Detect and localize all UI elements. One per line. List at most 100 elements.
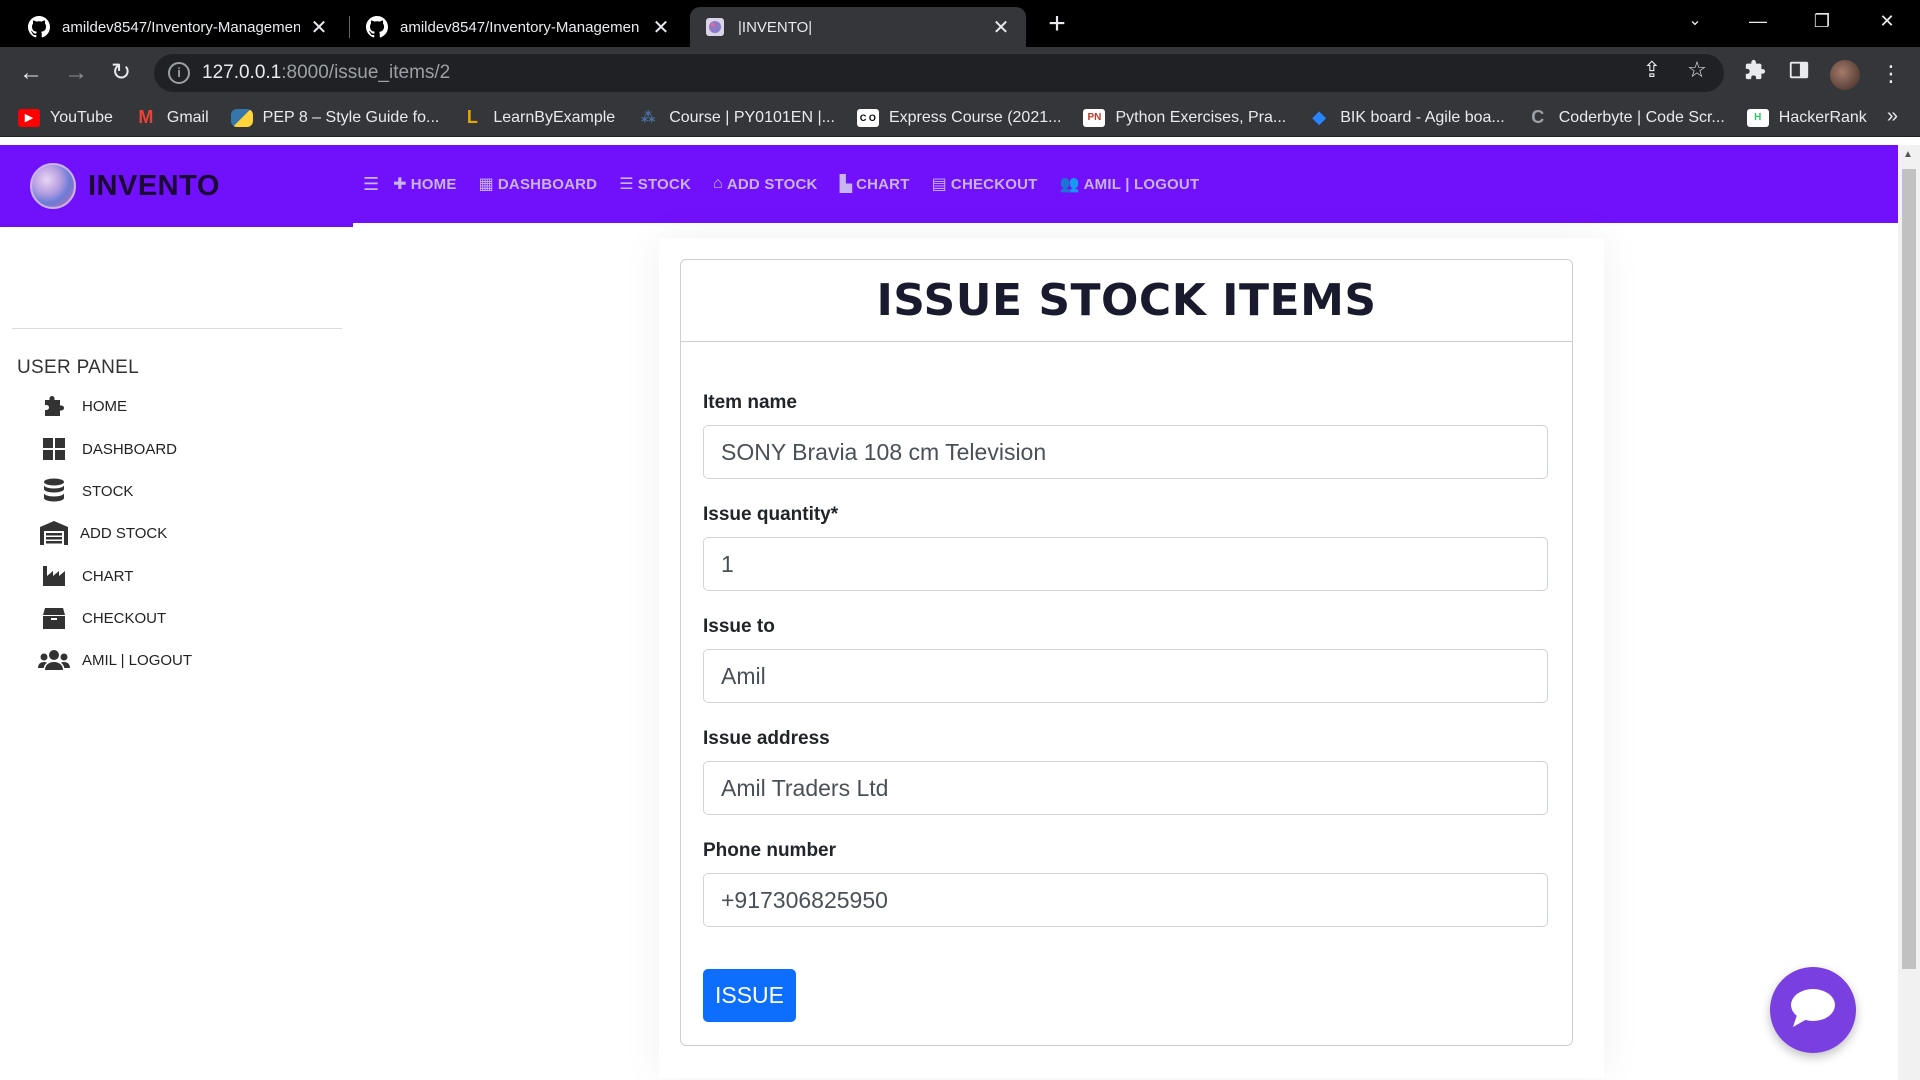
issue-stock-card: ISSUE STOCK ITEMS Item name Issue quanti…: [680, 259, 1573, 1046]
sidebar-item-home[interactable]: HOME: [40, 394, 127, 418]
close-icon[interactable]: ✕: [990, 15, 1012, 40]
issue-form: Item name Issue quantity* Issue to Issue…: [681, 392, 1572, 927]
learnbyexample-icon: L: [466, 107, 478, 127]
bookmark-item[interactable]: ◆ BIK board - Agile boa...: [1308, 107, 1504, 127]
coderbyte-icon: C: [1531, 107, 1545, 127]
main-content: ISSUE STOCK ITEMS Item name Issue quanti…: [353, 223, 1900, 1080]
bookmark-item[interactable]: C Coderbyte | Code Scr...: [1527, 107, 1725, 127]
chrome-menu-icon[interactable]: ⋮: [1876, 59, 1906, 89]
bookmark-item[interactable]: ⁂ Course | PY0101EN |...: [637, 109, 835, 127]
bookmark-item[interactable]: H HackerRank: [1746, 108, 1867, 127]
back-arrow-icon[interactable]: ←: [14, 56, 48, 90]
url-text: 127.0.0.1:8000/issue_items/2: [202, 62, 451, 83]
browser-tab[interactable]: amildev8547/Inventory-Managemen ✕: [352, 7, 686, 47]
nav-dashboard[interactable]: ▦ DASHBOARD: [479, 174, 598, 194]
nav-add-stock[interactable]: ⌂ ADD STOCK: [713, 175, 818, 193]
profile-avatar[interactable]: [1830, 60, 1860, 90]
database-icon: ☰: [619, 176, 634, 193]
sidebar-item-logout[interactable]: AMIL | LOGOUT: [38, 648, 192, 672]
share-icon[interactable]: ⇪: [1638, 56, 1666, 84]
nav-checkout[interactable]: ▤ CHECKOUT: [932, 174, 1038, 194]
bookmark-item[interactable]: ▶ YouTube: [18, 108, 113, 127]
sidebar-item-checkout[interactable]: CHECKOUT: [40, 606, 166, 630]
sidebar: USER PANEL HOME DASHBOARD STOCK ADD STOC…: [0, 227, 353, 1080]
chat-bubble-icon: [1789, 987, 1837, 1034]
reload-icon[interactable]: ↻: [104, 56, 138, 90]
more-bookmarks-icon[interactable]: »: [1887, 105, 1898, 128]
dashboard-icon: ▦: [478, 176, 494, 193]
python-icon: [230, 108, 253, 127]
tab-title: amildev8547/Inventory-Managemen: [62, 18, 300, 36]
address-bar[interactable]: i 127.0.0.1:8000/issue_items/2: [154, 54, 1724, 92]
brand-bar: INVENTO: [0, 145, 353, 227]
bookmark-item[interactable]: PN Python Exercises, Pra...: [1083, 108, 1286, 127]
issue-address-input[interactable]: [703, 761, 1548, 815]
sidebar-heading: USER PANEL: [17, 357, 139, 378]
brand-name[interactable]: INVENTO: [88, 170, 220, 203]
restore-button[interactable]: ❐: [1797, 4, 1847, 38]
brand-logo[interactable]: [30, 163, 76, 209]
card-header: ISSUE STOCK ITEMS: [681, 260, 1572, 342]
issue-quantity-label: Issue quantity*: [703, 504, 839, 525]
chart-icon: [40, 564, 68, 588]
invento-favicon-icon: [704, 16, 726, 38]
phone-number-input[interactable]: [703, 873, 1548, 927]
chart-icon: ▙: [839, 176, 853, 193]
users-icon: 👥: [1059, 176, 1080, 193]
browser-tab[interactable]: amildev8547/Inventory-Managemen ✕: [14, 7, 344, 47]
sidebar-item-stock[interactable]: STOCK: [40, 478, 133, 503]
issue-to-input[interactable]: [703, 649, 1548, 703]
close-icon[interactable]: ✕: [308, 15, 330, 40]
issue-address-label: Issue address: [703, 728, 830, 749]
chat-widget-button[interactable]: [1770, 967, 1856, 1053]
bookmarks-bar: ▶ YouTube M Gmail PEP 8 – Style Guide fo…: [0, 99, 1920, 137]
sidebar-item-add-stock[interactable]: ADD STOCK: [38, 521, 167, 545]
warehouse-icon: ⌂: [712, 175, 723, 192]
new-tab-button[interactable]: +: [1040, 8, 1074, 42]
item-name-input[interactable]: [703, 425, 1548, 479]
scrollbar-thumb[interactable]: [1902, 169, 1916, 969]
close-window-button[interactable]: ✕: [1862, 4, 1912, 38]
warehouse-icon: [38, 521, 70, 545]
tab-search-icon[interactable]: ⌄: [1670, 4, 1720, 38]
sidebar-item-chart[interactable]: CHART: [40, 564, 133, 588]
nav-stock[interactable]: ☰ STOCK: [619, 174, 691, 194]
sidebar-divider: [12, 328, 342, 329]
minimize-button[interactable]: —: [1733, 4, 1783, 38]
scroll-up-arrow-icon[interactable]: ▲: [1903, 149, 1913, 160]
forward-arrow-icon[interactable]: →: [59, 56, 93, 90]
box-icon: [40, 606, 68, 630]
jira-icon: ◆: [1312, 107, 1327, 127]
top-navbar: ☰ ✚ HOME ▦ DASHBOARD ☰ STOCK ⌂ ADD STOCK…: [353, 145, 1900, 223]
nav-chart[interactable]: ▙ CHART: [840, 174, 910, 194]
extensions-puzzle-icon[interactable]: [1740, 59, 1770, 89]
issue-quantity-input[interactable]: [703, 537, 1548, 591]
bookmark-item[interactable]: PEP 8 – Style Guide fo...: [230, 108, 439, 127]
site-info-icon[interactable]: i: [168, 62, 190, 84]
bookmark-item[interactable]: L LearnByExample: [461, 107, 615, 127]
github-icon: [366, 16, 388, 38]
close-icon[interactable]: ✕: [650, 15, 672, 40]
issue-button[interactable]: ISSUE: [703, 969, 796, 1022]
nav-logout[interactable]: 👥 AMIL | LOGOUT: [1060, 174, 1200, 194]
tab-title: amildev8547/Inventory-Managemen: [400, 18, 640, 36]
phone-number-label: Phone number: [703, 840, 837, 861]
users-icon: [38, 648, 70, 672]
sidebar-item-dashboard[interactable]: DASHBOARD: [40, 437, 177, 461]
browser-tab-active[interactable]: |INVENTO| ✕: [690, 7, 1026, 47]
puzzle-icon: ✚: [393, 176, 407, 193]
bookmark-item[interactable]: C O Express Course (2021...: [856, 108, 1061, 127]
bookmark-star-icon[interactable]: ☆: [1683, 56, 1711, 84]
side-panel-icon[interactable]: [1784, 59, 1814, 89]
tab-title: |INVENTO|: [738, 18, 813, 36]
database-icon: [40, 478, 68, 503]
bookmark-item[interactable]: M Gmail: [135, 107, 208, 127]
nav-home[interactable]: ✚ HOME: [393, 174, 456, 194]
page-scrollbar[interactable]: ▲: [1898, 145, 1920, 1080]
hamburger-menu-icon[interactable]: ☰: [363, 174, 379, 195]
box-icon: ▤: [931, 176, 947, 193]
pynative-icon: PN: [1083, 108, 1106, 127]
browser-toolbar: ← → ↻ i 127.0.0.1:8000/issue_items/2 ⇪ ☆…: [0, 47, 1920, 99]
youtube-icon: ▶: [18, 108, 40, 127]
page-title: ISSUE STOCK ITEMS: [876, 275, 1377, 326]
